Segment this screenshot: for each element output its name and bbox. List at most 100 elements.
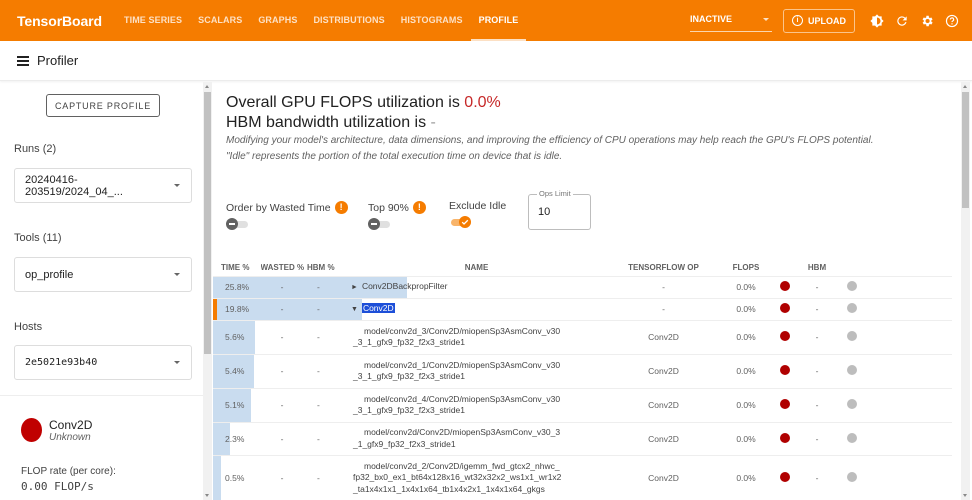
hbm-utilization-dot [847, 303, 857, 313]
tab-distributions[interactable]: DISTRIBUTIONS [305, 0, 392, 41]
hbm-cell: - [799, 298, 835, 321]
order-by-wasted-toggle[interactable] [226, 218, 248, 230]
hosts-select[interactable]: 2e5021e93b40 [14, 345, 192, 380]
hbm-indicator-cell [835, 320, 869, 355]
op-name-cell[interactable]: model/conv2d_4/Conv2D/miopenSp3AsmConv_v… [347, 388, 606, 423]
hbm-utilization-dot [847, 331, 857, 341]
settings-button[interactable] [914, 8, 939, 33]
hbm-utilization-dot [847, 365, 857, 375]
scroll-up-arrow[interactable] [963, 85, 967, 88]
flops-utilization-dot [780, 303, 790, 313]
table-row[interactable]: 5.6% - - model/conv2d_3/Conv2D/miopenSp3Asm… [213, 320, 952, 355]
exclude-idle-text: Exclude Idle [449, 200, 507, 212]
sidebar-scrollbar[interactable] [203, 82, 212, 500]
wasted-pct-cell: - [257, 455, 307, 500]
hbm-pct-cell: - [307, 388, 347, 423]
table-row[interactable]: 25.8% - - ► Conv2DBackpropFilter -0.0% - [213, 276, 952, 299]
row-spacer [869, 455, 952, 500]
op-name-line: _3_1_gfx9_fp32_f2x3_stride1 [353, 405, 466, 415]
col-name[interactable]: NAME [347, 259, 606, 277]
info-icon: i [792, 15, 803, 26]
hbm-cell: - [799, 455, 835, 500]
top90-toggle[interactable] [368, 218, 390, 230]
tab-graphs[interactable]: GRAPHS [250, 0, 305, 41]
time-pct-value: 19.8% [225, 304, 250, 314]
flops-utilization-dot [780, 365, 790, 375]
col-hbm[interactable]: HBM [799, 259, 835, 277]
hbm-pct-value: - [317, 282, 320, 292]
flop-rate-label: FLOP rate (per core): [21, 466, 116, 477]
wasted-pct-cell: - [257, 388, 307, 423]
tab-profile[interactable]: PROFILE [470, 0, 527, 41]
op-name[interactable]: Conv2DBackpropFilter [362, 281, 448, 291]
flops-indicator-cell [771, 298, 799, 321]
flops-utilization-dot [780, 331, 790, 341]
scroll-down-arrow[interactable] [963, 494, 967, 497]
inactive-plugin-select[interactable]: INACTIVE [690, 10, 772, 32]
info-icon[interactable]: ! [412, 201, 426, 214]
op-name-cell[interactable]: model/conv2d/Conv2D/miopenSp3AsmConv_v30… [347, 422, 606, 456]
col-time-pct[interactable]: TIME % [213, 259, 257, 277]
tools-label: Tools (11) [14, 232, 62, 244]
wasted-pct-value: - [280, 433, 284, 444]
flops-indicator-cell [771, 455, 799, 500]
menu-icon[interactable] [17, 55, 29, 66]
hbm-cell: - [799, 354, 835, 389]
table-row[interactable]: 2.3% - - model/conv2d/Conv2D/miopenSp3AsmCo… [213, 422, 952, 456]
collapse-arrow-icon[interactable]: ▼ [351, 306, 358, 313]
info-icon[interactable]: ! [334, 201, 348, 214]
col-flops[interactable]: FLOPS [721, 259, 771, 277]
time-pct-cell: 5.1% [213, 388, 257, 423]
tools-select[interactable]: op_profile [14, 257, 192, 292]
hosts-label: Hosts [14, 321, 43, 333]
ops-limit-field[interactable]: Ops Limit [528, 189, 591, 230]
table-row[interactable]: 19.8% - - ▼ Conv2D -0.0% - [213, 298, 952, 321]
op-name-cell[interactable]: ► Conv2DBackpropFilter [347, 276, 606, 299]
ops-limit-label: Ops Limit [537, 189, 573, 198]
col-hbm-pct[interactable]: HBM % [307, 259, 347, 277]
col-wasted-pct[interactable]: WASTED % [257, 259, 307, 277]
exclude-idle-toggle[interactable] [449, 216, 471, 228]
op-name[interactable]: Conv2D [361, 302, 395, 313]
refresh-button[interactable] [889, 8, 914, 33]
table-row[interactable]: 5.4% - - model/conv2d_1/Conv2D/miopenSp3Asm… [213, 354, 952, 389]
plugin-tabs: TIME SERIES SCALARS GRAPHS DISTRIBUTIONS… [116, 0, 527, 41]
theme-toggle-button[interactable] [864, 8, 889, 33]
col-tensorflow-op[interactable]: TENSORFLOW OP [606, 259, 721, 277]
scroll-down-arrow[interactable] [205, 494, 209, 497]
tab-time-series[interactable]: TIME SERIES [116, 0, 190, 41]
tab-scalars[interactable]: SCALARS [190, 0, 250, 41]
tab-histograms[interactable]: HISTOGRAMS [393, 0, 471, 41]
hbm-pct-cell: - [307, 422, 347, 456]
op-name-cell[interactable]: model/conv2d_3/Conv2D/miopenSp3AsmConv_v… [347, 320, 606, 355]
tf-op-cell: Conv2D [606, 320, 721, 355]
table-row[interactable]: 5.1% - - model/conv2d_4/Conv2D/miopenSp3Asm… [213, 388, 952, 423]
op-name-cell[interactable]: model/conv2d_2/Conv2D/igemm_fwd_gtcx2_nh… [347, 455, 606, 500]
upload-button[interactable]: i UPLOAD [783, 8, 855, 33]
tf-op-cell: Conv2D [606, 388, 721, 423]
ops-limit-input[interactable] [538, 206, 578, 218]
hbm-utilization-value: - [430, 114, 436, 131]
scroll-up-arrow[interactable] [205, 85, 209, 88]
sidebar: CAPTURE PROFILE Runs (2) 20240416-203519… [0, 82, 203, 500]
expand-arrow-icon[interactable]: ► [351, 284, 358, 291]
chevron-down-icon [174, 361, 180, 364]
flops-utilization-heading: Overall GPU FLOPS utilization is 0.0% [226, 94, 501, 112]
table-row[interactable]: 0.5% - - model/conv2d_2/Conv2D/igemm_fwd_gt… [213, 455, 952, 500]
wasted-pct-value: - [280, 304, 284, 314]
wasted-pct-value: - [280, 332, 284, 342]
row-spacer [869, 276, 952, 299]
sidebar-scroll-thumb[interactable] [204, 92, 211, 354]
op-name-cell[interactable]: ▼ Conv2D [347, 298, 606, 321]
help-button[interactable] [939, 8, 964, 33]
page-title: Profiler [37, 53, 79, 68]
hbm-pct-cell: - [307, 455, 347, 500]
time-pct-cell: 25.8% [213, 276, 407, 299]
op-name-cell[interactable]: model/conv2d_1/Conv2D/miopenSp3AsmConv_v… [347, 354, 606, 389]
capture-profile-button[interactable]: CAPTURE PROFILE [46, 94, 160, 117]
runs-select[interactable]: 20240416-203519/2024_04_... [14, 168, 192, 203]
main-scroll-thumb[interactable] [962, 92, 969, 208]
main-scrollbar[interactable] [961, 82, 970, 500]
time-pct-value: 25.8% [225, 282, 250, 292]
refresh-icon [896, 15, 907, 26]
